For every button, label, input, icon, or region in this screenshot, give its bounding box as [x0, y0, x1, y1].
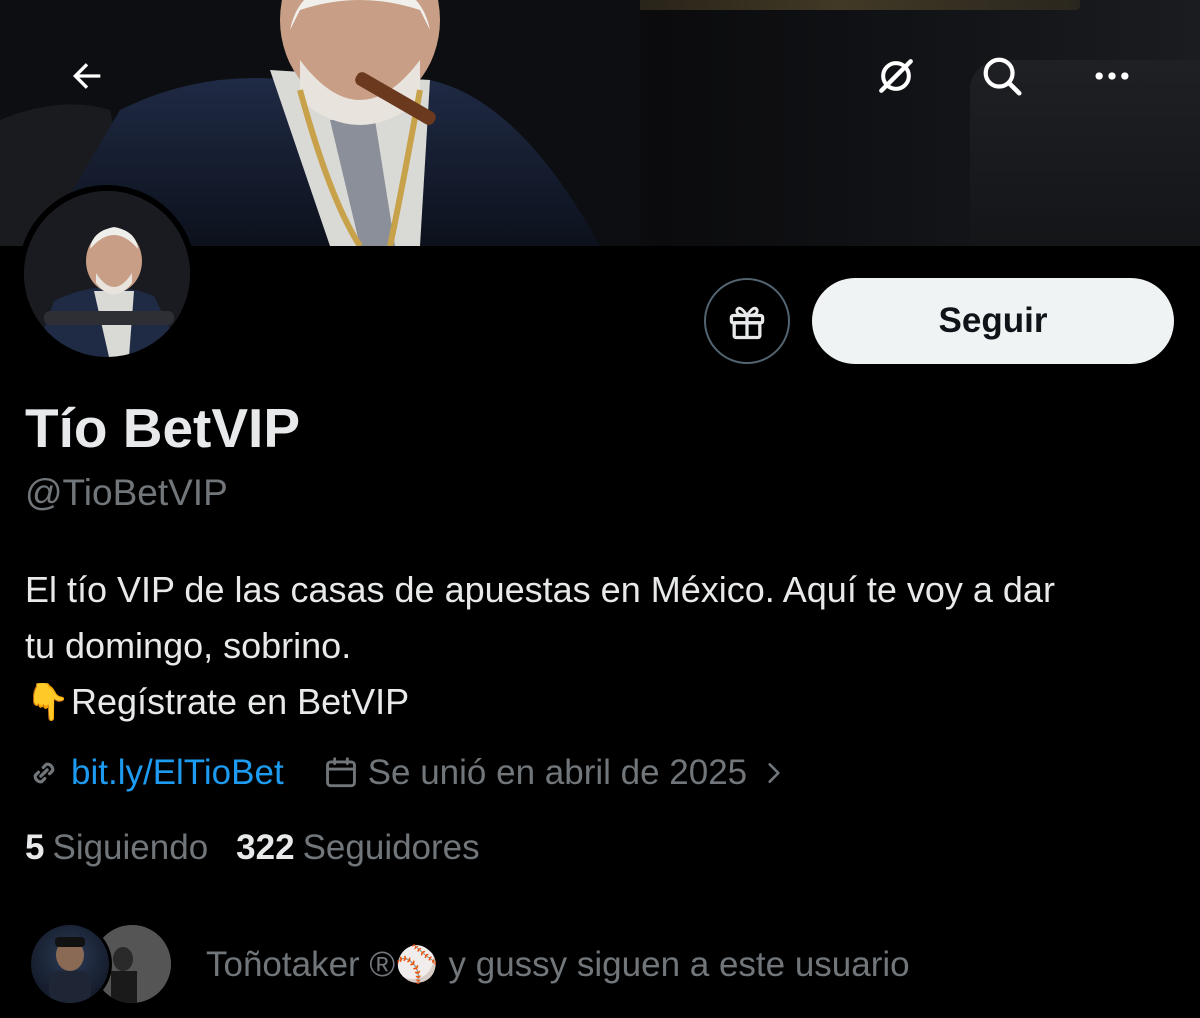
- following-count: 5: [25, 828, 45, 867]
- follow-button[interactable]: Seguir: [812, 278, 1174, 364]
- search-icon: [983, 57, 1022, 96]
- follow-stats: 5 Siguiendo 322 Seguidores: [25, 828, 508, 868]
- more-horizontal-icon: [1095, 72, 1129, 80]
- profile-meta: bit.ly/ElTioBet Se unió en abril de 2025: [25, 750, 787, 796]
- bio-line: 👇Regístrate en BetVIP: [25, 674, 1185, 730]
- followed-by-row[interactable]: Toñotaker ®⚾ y gussy siguen a este usuar…: [28, 922, 910, 1006]
- bio-line: El tío VIP de las casas de apuestas en M…: [25, 569, 1055, 610]
- avatar-portrait: [24, 191, 190, 357]
- more-button[interactable]: [1082, 46, 1142, 106]
- user-handle: @TioBetVIP: [25, 472, 228, 513]
- followers-label: Seguidores: [302, 828, 480, 867]
- search-button[interactable]: [972, 46, 1032, 106]
- profile-bio: El tío VIP de las casas de apuestas en M…: [25, 562, 1185, 730]
- follower-avatar: [28, 922, 112, 1006]
- link-icon: [33, 762, 55, 784]
- bio-cta-text: Regístrate en BetVIP: [71, 681, 410, 722]
- gift-button[interactable]: [704, 278, 790, 364]
- grok-button[interactable]: [866, 46, 926, 106]
- back-button[interactable]: [57, 46, 117, 106]
- profile-avatar[interactable]: [18, 185, 196, 363]
- calendar-icon: [325, 757, 356, 788]
- followers-count: 322: [236, 828, 295, 867]
- profile-link[interactable]: bit.ly/ElTioBet: [71, 753, 284, 793]
- grok-icon: [879, 59, 913, 93]
- chevron-right-icon[interactable]: [761, 758, 787, 788]
- pointing-down-emoji: 👇: [25, 681, 70, 722]
- arrow-left-icon: [73, 63, 101, 89]
- followers-stat[interactable]: 322 Seguidores: [236, 828, 479, 868]
- banner-logo: [600, 0, 1080, 10]
- followed-by-text: Toñotaker ®⚾ y gussy siguen a este usuar…: [206, 944, 910, 984]
- following-label: Siguiendo: [52, 828, 209, 867]
- joined-date[interactable]: Se unió en abril de 2025: [368, 753, 747, 793]
- bio-line: tu domingo, sobrino.: [25, 625, 352, 666]
- following-stat[interactable]: 5 Siguiendo: [25, 828, 208, 868]
- profile-banner[interactable]: [0, 0, 1200, 246]
- display-name: Tío BetVIP: [25, 397, 301, 459]
- profile-page: Seguir Tío BetVIP @TioBetVIP El tío VIP …: [0, 0, 1200, 1018]
- gift-icon: [729, 306, 765, 340]
